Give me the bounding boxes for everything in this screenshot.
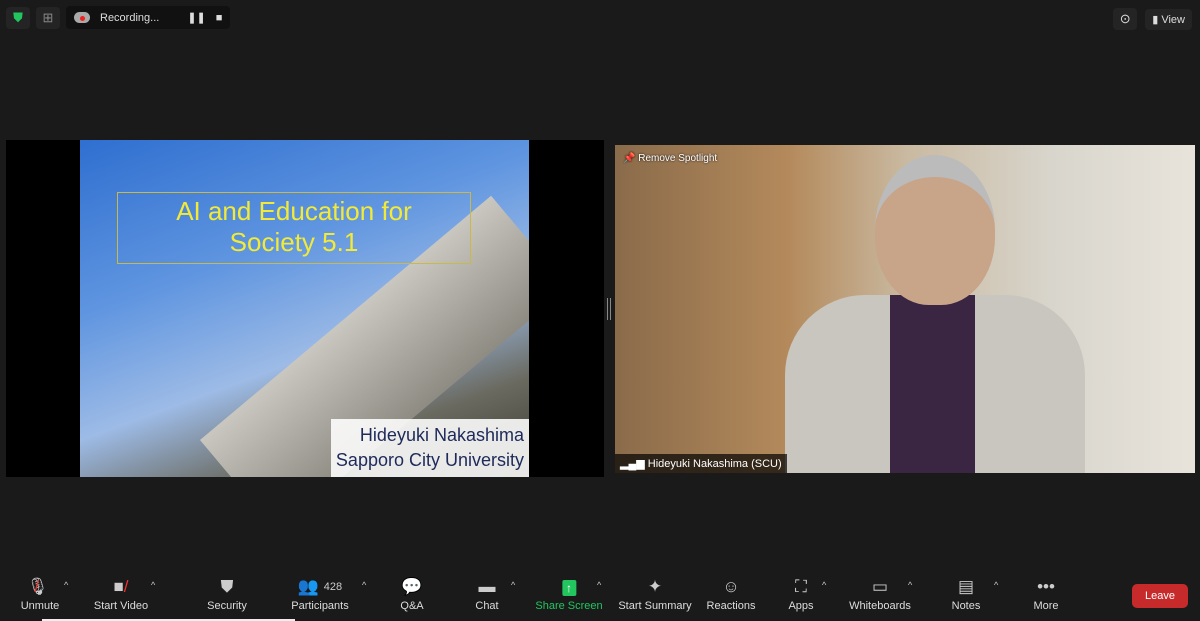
meeting-toolbar: 🎙/ Unmute ^ ■/ Start Video ^ ⛊ Security 👥 4…: [0, 570, 1200, 621]
video-options-caret[interactable]: ^: [151, 580, 155, 590]
slide-background-image: AI and Education for Society 5.1 Hideyuk…: [80, 140, 529, 477]
shared-slide: AI and Education for Society 5.1 Hideyuk…: [6, 140, 604, 477]
more-button[interactable]: ••• More: [1033, 576, 1058, 612]
qa-icon: 💬: [401, 577, 423, 596]
whiteboards-options-caret[interactable]: ^: [908, 580, 912, 590]
whiteboards-label: Whiteboards: [849, 600, 911, 612]
recording-label: Recording...: [100, 11, 160, 24]
shield-icon: ⛊: [220, 577, 234, 596]
reactions-button[interactable]: ☺ Reactions: [707, 576, 756, 612]
security-shield-icon[interactable]: ⛊: [6, 6, 30, 29]
view-button[interactable]: ▮ View: [1145, 8, 1192, 30]
start-video-label: Start Video: [93, 600, 149, 612]
start-video-button[interactable]: ■/ Start Video: [94, 576, 148, 612]
remove-spotlight-label: Remove Spotlight: [638, 153, 718, 164]
slide-title-line1: AI and Education for: [176, 196, 412, 226]
more-label: More: [1033, 600, 1059, 612]
slide-title: AI and Education for Society 5.1: [117, 192, 471, 264]
top-bar: ⛊ ⊞ Recording... ❚❚ ■: [6, 6, 231, 29]
notes-icon: ▤: [957, 577, 975, 596]
qa-button[interactable]: 💬 Q&A: [400, 576, 423, 612]
reactions-icon: ☺: [722, 577, 740, 596]
unmute-button[interactable]: 🎙/ Unmute: [21, 576, 60, 612]
apps-button[interactable]: ⛶ Apps: [788, 576, 813, 612]
slide-title-line2: Society 5.1: [229, 227, 359, 257]
share-screen-label: Share Screen: [535, 600, 603, 612]
notes-label: Notes: [951, 600, 981, 612]
chat-button[interactable]: ▬ Chat: [475, 576, 498, 612]
chat-icon: ▬: [478, 577, 496, 596]
start-summary-label: Start Summary: [618, 600, 692, 612]
participants-icon: 👥: [297, 577, 320, 596]
chat-options-caret[interactable]: ^: [511, 580, 515, 590]
recording-indicator: Recording... ❚❚ ■: [66, 6, 231, 29]
participants-count: 428: [323, 581, 343, 593]
audio-options-caret[interactable]: ^: [64, 580, 68, 590]
whiteboards-button[interactable]: ▭ Whiteboards: [849, 576, 911, 612]
speaker-image: [765, 155, 1095, 473]
top-right-controls: ⊙ ▮ View: [1113, 8, 1192, 30]
gallery-grid-icon[interactable]: ⊞: [36, 6, 60, 29]
participants-options-caret[interactable]: ^: [362, 580, 366, 590]
reactions-label: Reactions: [706, 600, 756, 612]
pause-recording-button[interactable]: ❚❚: [187, 11, 205, 24]
unmute-label: Unmute: [20, 600, 60, 612]
signal-icon: ▂▄▆: [620, 458, 645, 470]
resize-handle[interactable]: [607, 298, 611, 320]
apps-icon: ⛶: [795, 577, 807, 596]
summary-icon: ✦: [647, 577, 663, 596]
qa-label: Q&A: [400, 600, 424, 612]
chat-label: Chat: [475, 600, 499, 612]
share-screen-icon: ↑: [535, 576, 602, 598]
video-off-icon: ■/: [113, 577, 129, 596]
share-screen-button[interactable]: ↑ Share Screen: [535, 576, 603, 612]
participants-button[interactable]: 👥 428 Participants: [291, 576, 348, 612]
apps-options-caret[interactable]: ^: [822, 580, 826, 590]
remove-spotlight-button[interactable]: 📌 Remove Spotlight: [623, 153, 717, 164]
more-icon: •••: [1037, 577, 1055, 596]
notes-button[interactable]: ▤ Notes: [952, 576, 981, 612]
slide-affiliation: Sapporo City University: [335, 450, 524, 470]
notes-options-caret[interactable]: ^: [994, 580, 998, 590]
share-options-caret[interactable]: ^: [597, 580, 601, 590]
view-label: View: [1161, 13, 1185, 26]
speaker-video: 📌 Remove Spotlight ▂▄▆ Hideyuki Nakashim…: [615, 145, 1195, 473]
leave-button[interactable]: Leave: [1132, 584, 1188, 608]
stop-recording-button[interactable]: ■: [216, 12, 223, 24]
lock-icon[interactable]: ⊙: [1113, 8, 1138, 30]
slide-author-box: Hideyuki Nakashima Sapporo City Universi…: [330, 419, 529, 477]
apps-label: Apps: [788, 600, 814, 612]
mic-muted-icon: 🎙/: [26, 577, 49, 596]
start-summary-button[interactable]: ✦ Start Summary: [618, 576, 691, 612]
security-label: Security: [207, 600, 247, 612]
participant-name: Hideyuki Nakashima (SCU): [647, 458, 782, 470]
cloud-record-icon: [74, 12, 90, 23]
participant-name-tag: ▂▄▆ Hideyuki Nakashima (SCU): [615, 454, 787, 473]
security-button[interactable]: ⛊ Security: [207, 576, 247, 612]
whiteboard-icon: ▭: [871, 577, 889, 596]
slide-author: Hideyuki Nakashima: [359, 425, 524, 445]
participants-label: Participants: [291, 600, 349, 612]
